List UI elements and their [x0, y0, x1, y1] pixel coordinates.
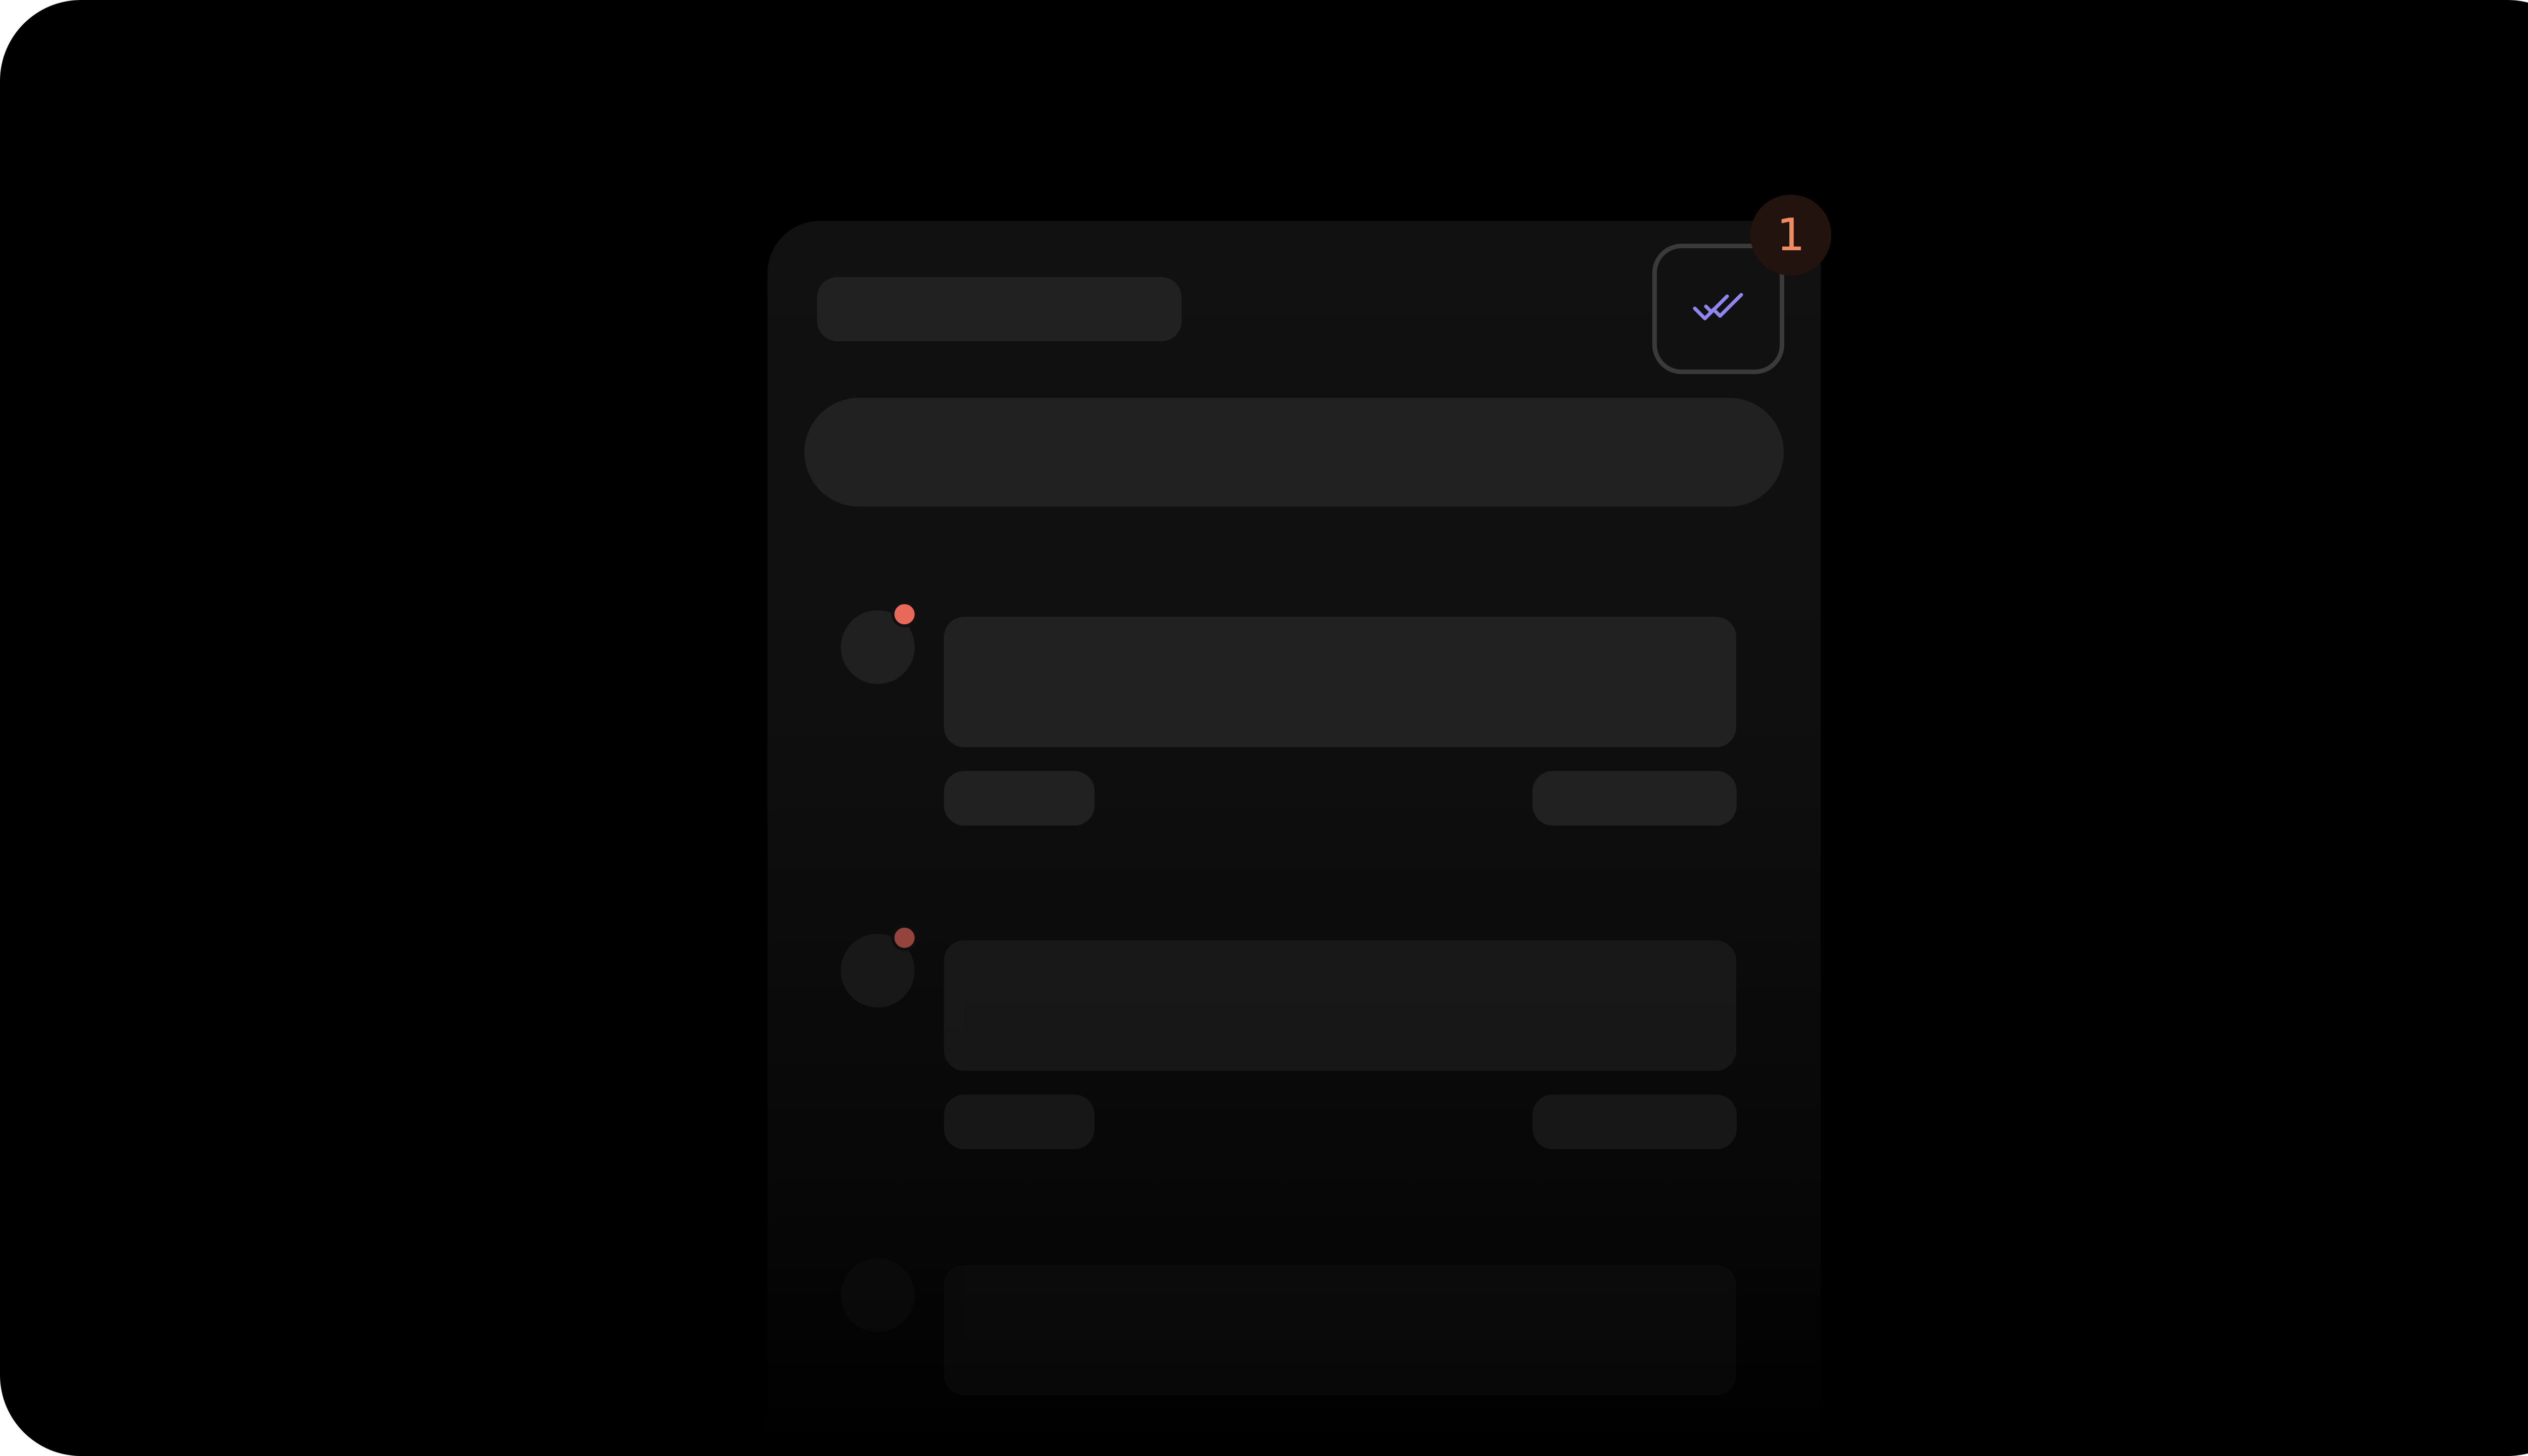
notification-item[interactable] [768, 925, 1821, 1149]
notification-item[interactable] [768, 601, 1821, 826]
unread-count-badge: 1 [1750, 195, 1831, 276]
notification-meta-placeholder [944, 1095, 1095, 1149]
unread-indicator-dot [891, 601, 918, 627]
app-screen: 1 [0, 0, 2528, 1456]
notification-time-placeholder [1532, 1095, 1737, 1149]
notification-body-placeholder [944, 1265, 1736, 1395]
avatar [841, 1258, 915, 1332]
notification-time-placeholder [1532, 771, 1737, 826]
double-check-icon [1693, 293, 1743, 321]
search-bar-placeholder[interactable] [804, 398, 1784, 507]
panel-title-placeholder [817, 277, 1182, 341]
notification-item[interactable] [768, 1258, 1821, 1456]
unread-indicator-dot [891, 925, 918, 951]
notification-body-placeholder [944, 617, 1736, 747]
notification-body-placeholder [944, 940, 1736, 1071]
notifications-panel: 1 [768, 195, 1831, 1456]
notification-meta-placeholder [944, 771, 1095, 826]
